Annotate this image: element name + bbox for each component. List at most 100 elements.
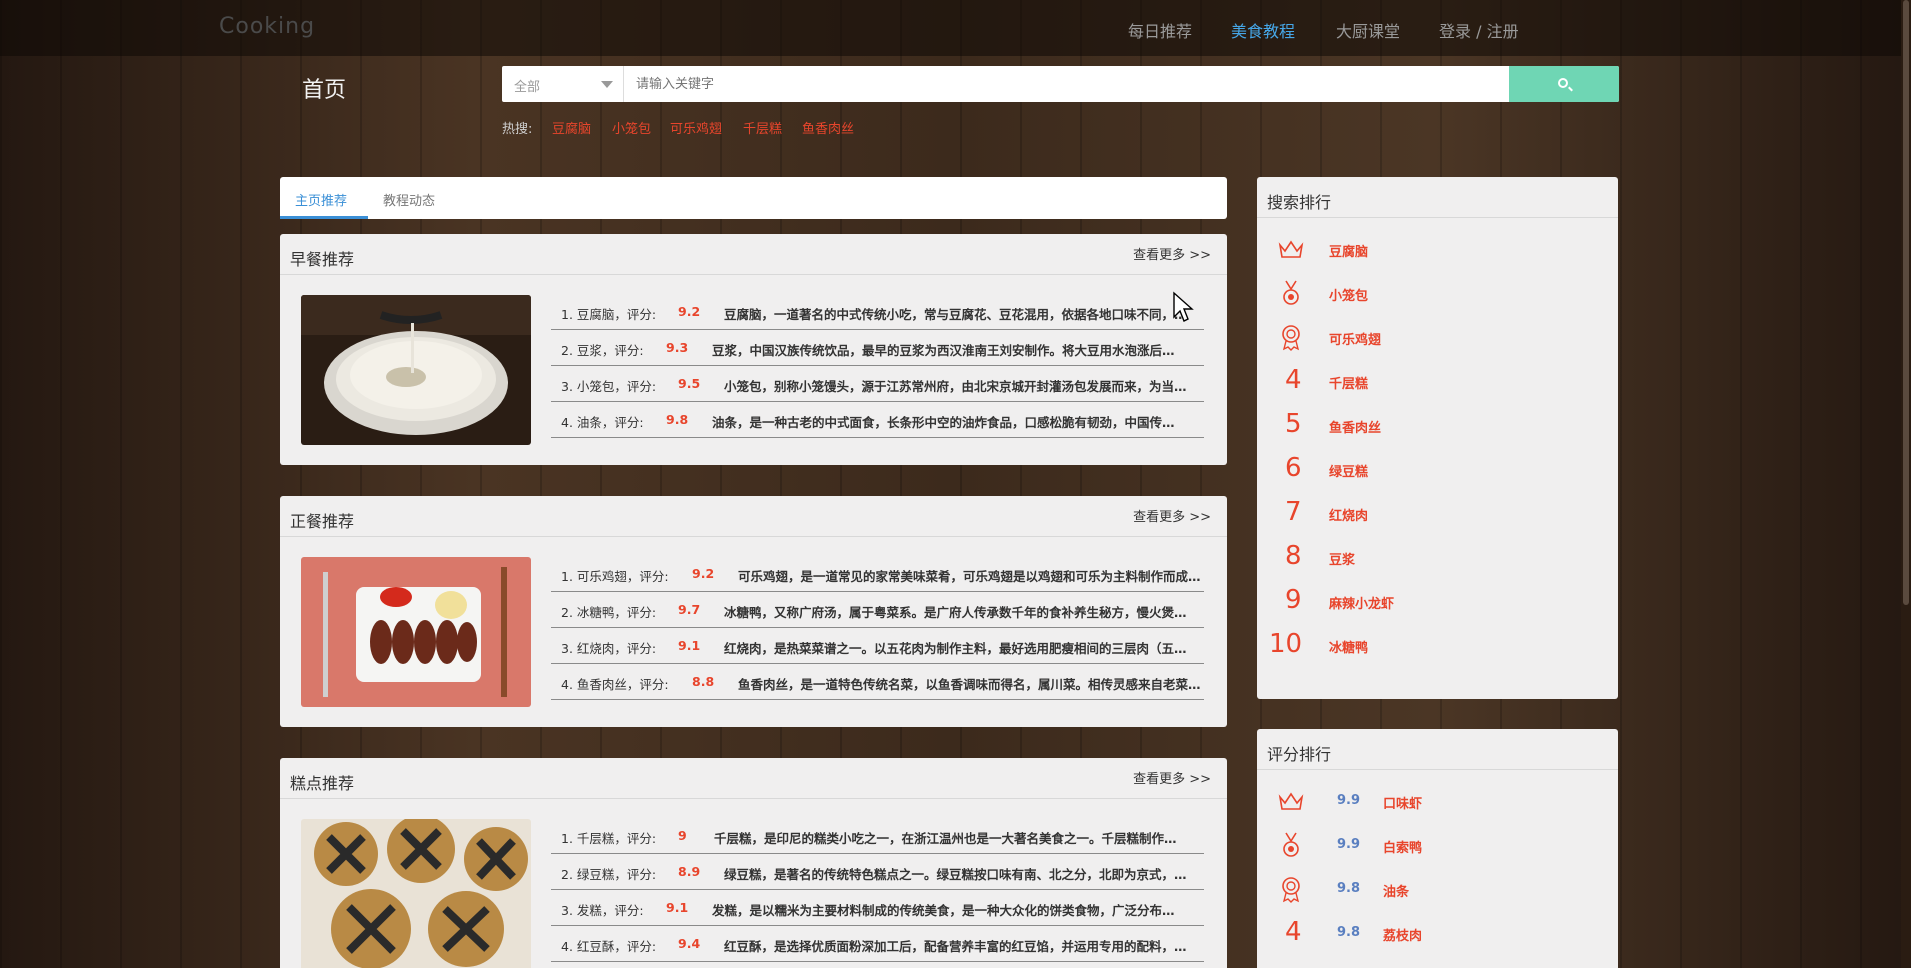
rank-item[interactable]: 9.9 口味虾 [1257,781,1618,821]
dish-score: 9.1 [666,900,689,915]
rank-name: 豆浆 [1329,553,1356,568]
rank-number: 5 [1285,409,1302,439]
dish-desc: 豆腐脑，一道著名的中式传统小吃，常与豆腐花、豆花混用，依据各地口味不同，北… [724,307,1194,322]
list-item[interactable]: 4. 油条，评分: 9.8 油条，是一种古老的中式面食，长条形中空的油炸食品，口… [551,402,1204,438]
dish-desc: 小笼包，别称小笼馒头，源于江苏常州府，由北宋京城开封灌汤包发展而来，为当时… [724,379,1194,394]
medal-icon [1283,280,1299,305]
rank-score: 9.8 [1337,881,1361,896]
list-item[interactable]: 4. 鱼香肉丝，评分: 8.8 鱼香肉丝，是一道特色传统名菜，以鱼香调味而得名，… [551,664,1204,700]
search-button[interactable] [1509,66,1619,102]
nav-tutorials[interactable]: 美食教程 [1231,18,1295,42]
rank-item[interactable]: 5 鱼香肉丝 [1257,405,1618,445]
dish-score: 8.9 [678,864,701,879]
main-course-image[interactable] [301,557,531,707]
dish-name: 1. 千层糕，评分: [561,831,657,846]
search-bar: 全部 [502,66,1619,102]
list-item[interactable]: 4. 红豆酥，评分: 9.4 红豆酥，是选择优质面粉深加工后，配备营养丰富的红豆… [551,926,1204,962]
dish-desc: 冰糖鸭，又称广府汤，属于粤菜系。是广府人传承数千年的食补养生秘方，慢火煲煮… [724,605,1194,620]
page-scrollbar[interactable] [1901,0,1911,968]
dish-score: 9.2 [678,304,701,319]
list-item[interactable]: 1. 豆腐脑，评分: 9.2 豆腐脑，一道著名的中式传统小吃，常与豆腐花、豆花混… [551,294,1204,330]
dish-name: 2. 豆浆，评分: [561,343,644,358]
rank-item[interactable]: 9.9 白索鸭 [1257,825,1618,865]
dish-score: 9.8 [666,412,689,427]
chevron-down-icon [601,81,613,88]
dish-name: 3. 红烧肉，评分: [561,641,657,656]
rank-name: 千层糕 [1329,377,1369,392]
dish-desc: 鱼香肉丝，是一道特色传统名菜，以鱼香调味而得名，属川菜。相传灵感来自老菜… [738,677,1201,692]
tab-home-recommend[interactable]: 主页推荐 [295,190,347,209]
rank-item[interactable]: 8 豆浆 [1257,537,1618,577]
breakfast-image[interactable] [301,295,531,445]
rank-item[interactable]: 小笼包 [1257,273,1618,313]
list-item[interactable]: 3. 发糕，评分: 9.1 发糕，是以糯米为主要材料制成的传统美食，是一种大众化… [551,890,1204,926]
rank-item[interactable]: 7 红烧肉 [1257,493,1618,533]
hot-search-link[interactable]: 可乐鸡翅 [670,118,722,137]
content-tabs: 主页推荐 教程动态 [280,177,1227,219]
hot-search-link[interactable]: 小笼包 [612,118,651,137]
rank-name: 豆腐脑 [1329,245,1369,260]
dish-desc: 油条，是一种古老的中式面食，长条形中空的油炸食品，口感松脆有韧劲，中国传统的… [712,415,1182,430]
rank-number: 10 [1269,629,1303,659]
crown-icon [1278,240,1304,258]
rank-item[interactable]: 豆腐脑 [1257,229,1618,269]
dish-desc: 千层糕，是印尼的糕类小吃之一，在浙江温州也是一大著名美食之一。千层糕制作精细… [714,831,1184,846]
nav-daily[interactable]: 每日推荐 [1128,18,1192,42]
hot-search-link[interactable]: 豆腐脑 [552,118,591,137]
active-tab-indicator [280,216,368,219]
rank-item[interactable]: 9 麻辣小龙虾 [1257,581,1618,621]
dish-score: 9.1 [678,638,701,653]
rank-name: 冰糖鸭 [1329,641,1369,656]
list-item[interactable]: 1. 可乐鸡翅，评分: 9.2 可乐鸡翅，是一道常见的家常美味菜肴，可乐鸡翅是以… [551,556,1204,592]
nav-chef-class[interactable]: 大厨课堂 [1336,18,1400,42]
nav-login-register[interactable]: 登录 / 注册 [1439,18,1519,42]
view-more-link[interactable]: 查看更多 >> [1133,244,1211,263]
rank-item[interactable]: 4 9.8 荔枝肉 [1257,913,1618,953]
rank-item[interactable]: 10 冰糖鸭 [1257,625,1618,665]
pastry-image[interactable] [301,819,531,968]
hot-search-link[interactable]: 千层糕 [743,118,782,137]
rank-number: 9 [1285,585,1302,615]
rank-name: 绿豆糕 [1329,465,1369,480]
rank-item[interactable]: 可乐鸡翅 [1257,317,1618,357]
divider [280,536,1227,537]
medal-icon [1283,832,1299,857]
view-more-link[interactable]: 查看更多 >> [1133,768,1211,787]
rank-item[interactable]: 4 千层糕 [1257,361,1618,401]
dish-score: 8.8 [692,674,715,689]
view-more-link[interactable]: 查看更多 >> [1133,506,1211,525]
list-item[interactable]: 3. 红烧肉，评分: 9.1 红烧肉，是热菜菜谱之一。以五花肉为制作主料，最好选… [551,628,1204,664]
rank-number: 7 [1285,497,1302,527]
dish-score: 9.5 [678,376,701,391]
dish-name: 4. 红豆酥，评分: [561,939,657,954]
dish-score: 9.4 [678,936,701,951]
list-item[interactable]: 2. 冰糖鸭，评分: 9.7 冰糖鸭，又称广府汤，属于粤菜系。是广府人传承数千年… [551,592,1204,628]
list-item[interactable]: 3. 小笼包，评分: 9.5 小笼包，别称小笼馒头，源于江苏常州府，由北宋京城开… [551,366,1204,402]
site-logo[interactable]: Cooking [219,14,315,39]
rank-item[interactable]: 6 绿豆糕 [1257,449,1618,489]
crown-icon [1278,792,1304,810]
list-item[interactable]: 2. 豆浆，评分: 9.3 豆浆，中国汉族传统饮品，最早的豆浆为西汉淮南王刘安制… [551,330,1204,366]
dish-desc: 绿豆糕，是著名的传统特色糕点之一。绿豆糕按口味有南、北之分，北即为京式，制… [724,867,1194,882]
panel-title: 评分排行 [1267,745,1332,764]
list-item[interactable]: 1. 千层糕，评分: 9 千层糕，是印尼的糕类小吃之一，在浙江温州也是一大著名美… [551,818,1204,854]
dish-desc: 红豆酥，是选择优质面粉深加工后，配备营养丰富的红豆馅，并运用专用的配料，加… [724,939,1194,954]
list-item[interactable]: 2. 绿豆糕，评分: 8.9 绿豆糕，是著名的传统特色糕点之一。绿豆糕按口味有南… [551,854,1204,890]
panel-title: 搜索排行 [1267,193,1332,212]
award-icon [1282,325,1300,351]
rank-name: 荔枝肉 [1383,929,1423,944]
score-rank-panel: 评分排行 9.9 口味虾 9.9 白索鸭 9.8 油条 4 9.8 荔枝肉 [1257,729,1618,968]
search-input[interactable] [624,66,1509,102]
rank-name: 小笼包 [1329,289,1369,304]
rank-item[interactable]: 9.8 油条 [1257,869,1618,909]
rank-name: 麻辣小龙虾 [1329,597,1395,612]
dish-desc: 豆浆，中国汉族传统饮品，最早的豆浆为西汉淮南王刘安制作。将大豆用水泡涨后磨碎… [712,343,1182,358]
rank-number: 4 [1285,365,1302,395]
mouse-cursor-icon [1173,291,1194,322]
divider [1257,217,1618,218]
tab-tutorial-updates[interactable]: 教程动态 [383,190,435,209]
scrollbar-thumb[interactable] [1903,0,1909,605]
category-select[interactable]: 全部 [502,66,624,102]
hot-search-link[interactable]: 鱼香肉丝 [802,118,854,137]
page-title: 首页 [302,78,347,103]
